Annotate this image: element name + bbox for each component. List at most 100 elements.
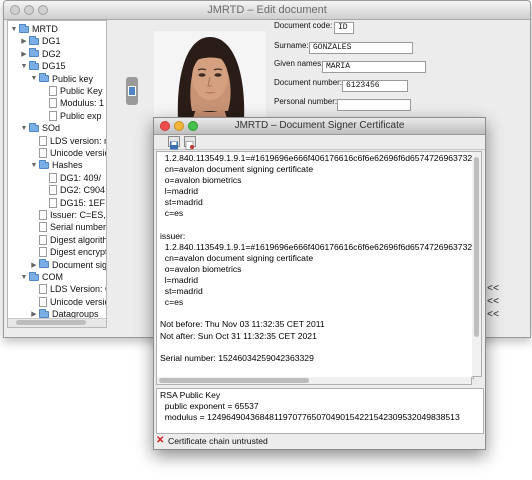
chevron-right-icon[interactable]: ▶ — [30, 310, 38, 318]
given-names-label: Given names: — [274, 59, 324, 68]
tree-item[interactable]: ▶ Document sign — [30, 259, 107, 271]
mrz-arrow: << — [487, 284, 500, 295]
scroll-thumb[interactable] — [159, 378, 309, 383]
file-icon — [49, 86, 57, 96]
public-key-area[interactable]: RSA Public Key public exponent = 65537 m… — [156, 388, 484, 434]
document-code-field[interactable]: ID — [334, 22, 354, 34]
tree-item[interactable]: ▼ SOd — [20, 122, 60, 134]
tree-item-label: Public exp — [60, 110, 102, 121]
tree-item[interactable]: ▼ Hashes — [30, 159, 83, 171]
tree-item-label: MRTD — [32, 24, 58, 34]
personal-number-field[interactable] — [337, 99, 411, 111]
tree-item-label: Document sign — [52, 259, 107, 270]
tree-item[interactable]: Serial number — [30, 221, 106, 233]
file-icon — [39, 247, 47, 258]
document-number-label: Document number: — [274, 78, 343, 87]
tree-item-label: SOd — [42, 123, 61, 134]
folder-icon — [39, 159, 49, 169]
tree-item[interactable]: LDS Version: C — [30, 283, 106, 295]
tree-item-label: Unicode versio — [50, 148, 107, 158]
tree-item[interactable]: Public exp — [40, 110, 102, 122]
certificate-text-area[interactable]: 1.2.840.113549.1.9.1=#1619696e666f406176… — [156, 151, 474, 379]
folder-icon — [29, 35, 39, 45]
tree-item[interactable]: LDS version: n — [30, 135, 107, 147]
chevron-down-icon[interactable]: ▼ — [10, 26, 18, 33]
tree-item[interactable]: Public Key — [40, 85, 103, 97]
folder-icon — [39, 73, 49, 83]
file-icon — [49, 197, 57, 208]
chevron-down-icon[interactable]: ▼ — [20, 274, 28, 281]
tree-item[interactable]: Digest algorith — [30, 234, 107, 246]
pane-splitter[interactable] — [108, 20, 116, 326]
surname-label: Surname: — [274, 41, 309, 50]
tree-item-label: DG2: C904 — [60, 185, 106, 196]
folder-icon — [39, 259, 49, 269]
mrz-arrow: << — [487, 297, 500, 308]
chevron-down-icon[interactable]: ▼ — [30, 162, 38, 169]
tree-item-label: DG1 — [42, 36, 61, 47]
file-icon — [49, 110, 57, 121]
tree-item[interactable]: ▼ Public key — [30, 73, 93, 85]
mrz-arrow: << — [487, 310, 500, 321]
tree-item[interactable]: Unicode versio — [30, 296, 107, 308]
file-icon — [39, 222, 47, 233]
key-title: RSA Public Key — [160, 390, 221, 400]
tree-item-label: Hashes — [52, 160, 83, 171]
file-icon — [39, 210, 47, 220]
tree-item-label: Digest encrypt — [50, 247, 107, 258]
tree-item[interactable]: DG1: 409/ — [40, 172, 101, 184]
surname-field[interactable]: GONZALES — [309, 42, 413, 54]
modulus: modulus = 124964904368481197077650704901… — [160, 411, 460, 422]
tree-item-label: LDS version: n — [50, 135, 107, 146]
chevron-down-icon[interactable]: ▼ — [20, 125, 28, 132]
folder-icon — [19, 23, 29, 33]
file-icon — [39, 284, 47, 295]
tree-item-label: Public Key — [60, 86, 103, 96]
document-tree[interactable]: ▼ MRTD ▶ DG1 ▶ DG2 ▼ DG15 ▼ Public key Public Key M… — [7, 20, 107, 328]
tree-item[interactable]: DG15: 1EF — [40, 197, 105, 209]
personal-number-label: Personal number: — [274, 97, 338, 106]
certificate-text: 1.2.840.113549.1.9.1=#1619696e666f406176… — [160, 153, 474, 363]
main-window-title: JMRTD – Edit document — [207, 4, 327, 16]
certificate-dialog: JMRTD – Document Signer Certificate 1.2.… — [153, 117, 486, 450]
dialog-titlebar: JMRTD – Document Signer Certificate — [154, 118, 485, 135]
tree-item[interactable]: Issuer: C=ES, — [30, 209, 106, 221]
tree-item-label: Public key — [52, 73, 94, 84]
tree-item[interactable]: Modulus: 1 — [40, 97, 104, 109]
certificate-icon[interactable] — [184, 136, 196, 150]
splitter-handle[interactable] — [126, 77, 138, 105]
file-icon — [39, 234, 47, 245]
tree-item-label: Unicode versio — [50, 296, 107, 307]
tree-item-label: Digest algorith — [50, 234, 107, 245]
chevron-right-icon[interactable]: ▶ — [20, 50, 28, 58]
tree-item-label: DG2 — [42, 48, 61, 59]
tree-item[interactable]: ▼ MRTD — [10, 23, 58, 35]
tree-horizontal-scrollbar[interactable] — [8, 318, 106, 327]
tree-item[interactable]: Digest encrypt — [30, 246, 107, 258]
chevron-down-icon[interactable]: ▼ — [20, 63, 28, 70]
folder-icon — [39, 308, 49, 318]
scroll-thumb[interactable] — [16, 320, 86, 325]
document-code-label: Document code: — [274, 21, 333, 30]
document-number-field[interactable]: 6123456 — [342, 80, 408, 92]
tree-item[interactable]: Unicode versio — [30, 147, 107, 159]
given-names-field[interactable]: MARIA — [322, 61, 426, 73]
tree-item[interactable]: ▼ COM — [20, 271, 63, 283]
dialog-toolbar — [154, 135, 485, 150]
tree-item[interactable]: ▼ DG15 — [20, 60, 66, 72]
chevron-right-icon[interactable]: ▶ — [30, 261, 38, 269]
save-icon[interactable] — [168, 136, 180, 150]
folder-icon — [29, 60, 39, 70]
tree-item[interactable]: ▶ DG1 — [20, 35, 61, 47]
tree-item[interactable]: ▶ DG2 — [20, 48, 61, 60]
file-icon — [39, 148, 47, 158]
vertical-scrollbar[interactable] — [472, 151, 482, 377]
tree-item-label: DG1: 409/ — [60, 172, 102, 183]
horizontal-scrollbar[interactable] — [156, 377, 472, 385]
scroll-thumb[interactable] — [474, 157, 479, 337]
chevron-down-icon[interactable]: ▼ — [30, 75, 38, 82]
main-titlebar: JMRTD – Edit document — [4, 1, 530, 20]
tree-item[interactable]: DG2: C904 — [40, 184, 105, 196]
chevron-right-icon[interactable]: ▶ — [20, 37, 28, 45]
folder-icon — [29, 48, 39, 58]
